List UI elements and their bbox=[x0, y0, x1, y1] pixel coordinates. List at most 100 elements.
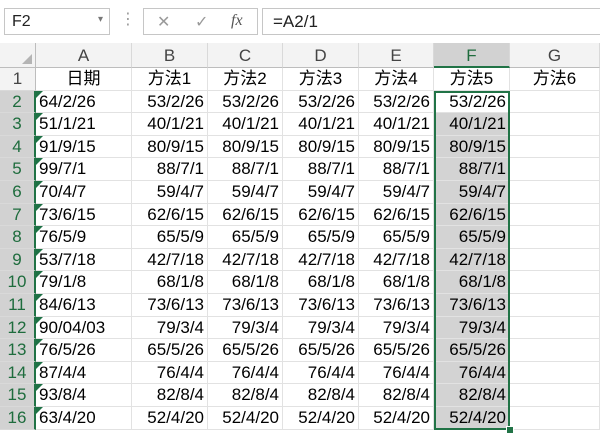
data-cell[interactable]: 52/4/20 bbox=[132, 407, 208, 430]
data-cell[interactable]: 84/6/13 bbox=[36, 294, 132, 317]
data-cell[interactable]: 87/4/4 bbox=[36, 361, 132, 385]
data-cell[interactable]: 52/4/20 bbox=[359, 407, 434, 430]
row-header-11[interactable]: 11 bbox=[0, 294, 36, 317]
data-cell[interactable]: 76/4/4 bbox=[359, 361, 434, 385]
row-header-14[interactable]: 14 bbox=[0, 361, 36, 385]
data-cell[interactable] bbox=[510, 90, 600, 114]
data-cell[interactable] bbox=[510, 248, 600, 272]
data-cell[interactable]: 64/2/26 bbox=[36, 90, 132, 114]
data-cell[interactable]: 40/1/21 bbox=[283, 113, 359, 136]
data-cell[interactable]: 73/6/13 bbox=[359, 294, 434, 317]
data-cell[interactable]: 70/4/7 bbox=[36, 181, 132, 204]
data-cell[interactable]: 62/6/15 bbox=[132, 203, 208, 227]
data-cell[interactable]: 59/4/7 bbox=[434, 181, 510, 204]
row-header-8[interactable]: 8 bbox=[0, 226, 36, 249]
column-header-e[interactable]: E bbox=[359, 43, 434, 68]
data-cell[interactable]: 88/7/1 bbox=[208, 158, 283, 181]
data-cell[interactable]: 65/5/26 bbox=[132, 339, 208, 362]
data-cell[interactable]: 52/4/20 bbox=[283, 407, 359, 430]
data-cell[interactable]: 59/4/7 bbox=[283, 181, 359, 204]
data-cell[interactable]: 76/4/4 bbox=[434, 361, 510, 385]
data-cell[interactable]: 79/3/4 bbox=[359, 316, 434, 340]
data-cell[interactable]: 76/5/9 bbox=[36, 226, 132, 249]
data-cell[interactable]: 82/8/4 bbox=[359, 384, 434, 407]
formula-input[interactable]: =A2/1 bbox=[262, 8, 600, 35]
data-cell[interactable]: 65/5/9 bbox=[132, 226, 208, 249]
chevron-down-icon[interactable]: ▾ bbox=[98, 14, 103, 25]
data-cell[interactable]: 59/4/7 bbox=[359, 181, 434, 204]
row-header-5[interactable]: 5 bbox=[0, 158, 36, 181]
row-header-1[interactable]: 1 bbox=[0, 68, 36, 91]
data-cell[interactable]: 68/1/8 bbox=[434, 271, 510, 294]
data-cell[interactable]: 68/1/8 bbox=[208, 271, 283, 294]
data-cell[interactable]: 82/8/4 bbox=[434, 384, 510, 407]
data-cell[interactable]: 40/1/21 bbox=[208, 113, 283, 136]
data-cell[interactable]: 73/6/13 bbox=[434, 294, 510, 317]
data-cell[interactable]: 65/5/26 bbox=[434, 339, 510, 362]
data-cell[interactable]: 68/1/8 bbox=[132, 271, 208, 294]
column-title-cell[interactable]: 方法5 bbox=[434, 68, 510, 91]
data-cell[interactable] bbox=[510, 203, 600, 227]
data-cell[interactable]: 65/5/26 bbox=[283, 339, 359, 362]
data-cell[interactable] bbox=[510, 294, 600, 317]
data-cell[interactable]: 82/8/4 bbox=[208, 384, 283, 407]
data-cell[interactable]: 80/9/15 bbox=[208, 135, 283, 159]
column-title-cell[interactable]: 方法2 bbox=[208, 68, 283, 91]
column-header-g[interactable]: G bbox=[510, 43, 600, 68]
data-cell[interactable]: 40/1/21 bbox=[359, 113, 434, 136]
data-cell[interactable]: 53/2/26 bbox=[434, 90, 510, 114]
data-cell[interactable]: 79/1/8 bbox=[36, 271, 132, 294]
data-cell[interactable]: 40/1/21 bbox=[132, 113, 208, 136]
data-cell[interactable]: 42/7/18 bbox=[434, 248, 510, 272]
column-header-d[interactable]: D bbox=[283, 43, 359, 68]
data-cell[interactable]: 88/7/1 bbox=[434, 158, 510, 181]
row-header-7[interactable]: 7 bbox=[0, 203, 36, 227]
data-cell[interactable]: 82/8/4 bbox=[283, 384, 359, 407]
cancel-icon[interactable]: ✕ bbox=[157, 12, 170, 32]
row-header-2[interactable]: 2 bbox=[0, 90, 36, 114]
data-cell[interactable]: 76/4/4 bbox=[132, 361, 208, 385]
row-header-15[interactable]: 15 bbox=[0, 384, 36, 407]
data-cell[interactable]: 68/1/8 bbox=[359, 271, 434, 294]
data-cell[interactable]: 65/5/9 bbox=[359, 226, 434, 249]
data-cell[interactable] bbox=[510, 361, 600, 385]
data-cell[interactable]: 88/7/1 bbox=[283, 158, 359, 181]
data-cell[interactable] bbox=[510, 226, 600, 249]
data-cell[interactable]: 65/5/26 bbox=[208, 339, 283, 362]
row-header-9[interactable]: 9 bbox=[0, 248, 36, 272]
data-cell[interactable]: 91/9/15 bbox=[36, 135, 132, 159]
data-cell[interactable]: 80/9/15 bbox=[132, 135, 208, 159]
data-cell[interactable]: 65/5/9 bbox=[434, 226, 510, 249]
data-cell[interactable]: 51/1/21 bbox=[36, 113, 132, 136]
more-options-icon[interactable]: ⋮ bbox=[120, 11, 136, 29]
data-cell[interactable]: 62/6/15 bbox=[434, 203, 510, 227]
data-cell[interactable]: 99/7/1 bbox=[36, 158, 132, 181]
data-cell[interactable]: 65/5/9 bbox=[208, 226, 283, 249]
data-cell[interactable]: 65/5/9 bbox=[283, 226, 359, 249]
data-cell[interactable]: 53/2/26 bbox=[208, 90, 283, 114]
data-cell[interactable]: 88/7/1 bbox=[359, 158, 434, 181]
data-cell[interactable]: 76/5/26 bbox=[36, 339, 132, 362]
data-cell[interactable]: 82/8/4 bbox=[132, 384, 208, 407]
row-header-6[interactable]: 6 bbox=[0, 181, 36, 204]
data-cell[interactable] bbox=[510, 407, 600, 430]
column-header-f[interactable]: F bbox=[434, 43, 510, 68]
row-header-4[interactable]: 4 bbox=[0, 135, 36, 159]
data-cell[interactable]: 79/3/4 bbox=[208, 316, 283, 340]
data-cell[interactable]: 76/4/4 bbox=[208, 361, 283, 385]
data-cell[interactable]: 42/7/18 bbox=[283, 248, 359, 272]
data-cell[interactable]: 59/4/7 bbox=[208, 181, 283, 204]
data-cell[interactable]: 53/2/26 bbox=[283, 90, 359, 114]
data-cell[interactable] bbox=[510, 271, 600, 294]
row-header-16[interactable]: 16 bbox=[0, 407, 36, 430]
data-cell[interactable]: 80/9/15 bbox=[359, 135, 434, 159]
data-cell[interactable] bbox=[510, 135, 600, 159]
data-cell[interactable]: 73/6/15 bbox=[36, 203, 132, 227]
data-cell[interactable]: 52/4/20 bbox=[208, 407, 283, 430]
row-header-10[interactable]: 10 bbox=[0, 271, 36, 294]
data-cell[interactable]: 88/7/1 bbox=[132, 158, 208, 181]
data-cell[interactable]: 73/6/13 bbox=[208, 294, 283, 317]
data-cell[interactable]: 53/2/26 bbox=[132, 90, 208, 114]
column-header-a[interactable]: A bbox=[36, 43, 132, 68]
data-cell[interactable] bbox=[510, 339, 600, 362]
